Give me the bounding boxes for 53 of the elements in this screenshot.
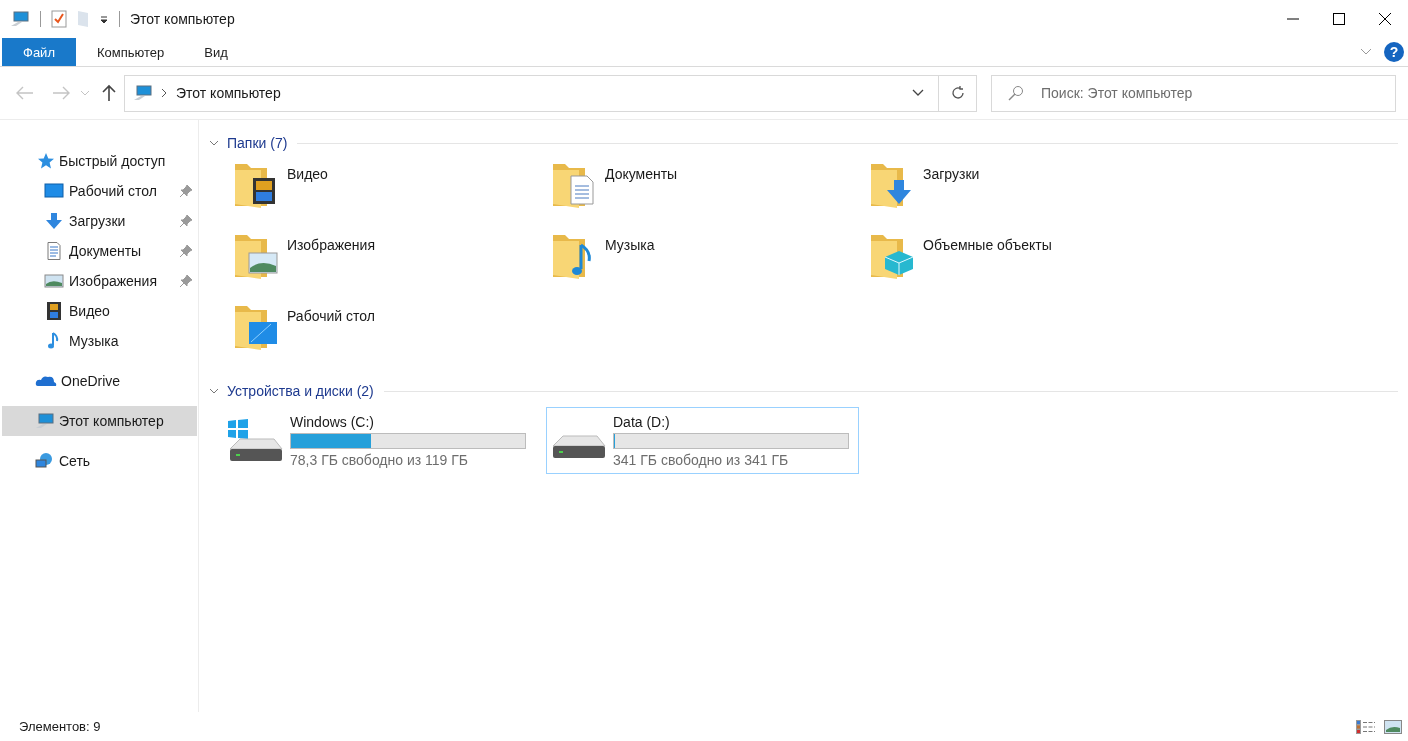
- chevron-down-icon[interactable]: [1360, 48, 1372, 56]
- sidebar-item[interactable]: Музыка: [2, 326, 197, 356]
- ribbon-tab[interactable]: Вид: [185, 38, 247, 66]
- checked-document-icon[interactable]: [51, 10, 67, 28]
- chevron-down-icon[interactable]: [209, 386, 219, 396]
- desktop-icon: [44, 182, 64, 200]
- folder-item[interactable]: Музыка: [549, 229, 867, 300]
- group-header[interactable]: Устройства и диски (2): [227, 383, 374, 399]
- drive-item[interactable]: Windows (C:) 78,3 ГБ свободно из 119 ГБ: [223, 407, 536, 474]
- up-arrow-icon[interactable]: [102, 84, 116, 102]
- sidebar-item[interactable]: Сеть: [2, 446, 197, 476]
- sidebar-item[interactable]: Видео: [2, 296, 197, 326]
- network-icon: [35, 452, 55, 470]
- computer-icon: [35, 412, 55, 430]
- chevron-down-icon[interactable]: [209, 138, 219, 148]
- document-icon: [44, 242, 64, 260]
- ribbon-tab[interactable]: Файл: [2, 38, 76, 66]
- details-view-icon[interactable]: [1356, 719, 1376, 734]
- group-header[interactable]: Папки (7): [227, 135, 288, 151]
- folder-item[interactable]: Видео: [231, 158, 549, 229]
- close-icon: [1379, 13, 1391, 25]
- sidebar-item[interactable]: Рабочий стол: [2, 176, 197, 206]
- large-icons-view-icon[interactable]: [1384, 719, 1402, 734]
- computer-icon[interactable]: [10, 10, 30, 28]
- sidebar-item[interactable]: Документы: [2, 236, 197, 266]
- download-arrow-icon: [44, 212, 64, 230]
- dropdown-caret-icon[interactable]: [912, 89, 924, 97]
- help-button[interactable]: ?: [1384, 42, 1404, 62]
- sidebar-item[interactable]: Быстрый доступ: [2, 146, 197, 176]
- ribbon-tab[interactable]: Компьютер: [77, 38, 184, 66]
- search-icon: [1008, 84, 1024, 101]
- sidebar-item[interactable]: OneDrive: [2, 366, 197, 396]
- drive-item[interactable]: Data (D:) 341 ГБ свободно из 341 ГБ: [546, 407, 859, 474]
- refresh-icon: [950, 86, 965, 100]
- computer-icon: [133, 84, 153, 102]
- address-bar[interactable]: Этот компьютер: [124, 74, 939, 112]
- folder-item[interactable]: Объемные объекты: [867, 229, 1185, 300]
- folder-item[interactable]: Изображения: [231, 229, 549, 300]
- item-count: Элементов: 9: [19, 719, 101, 734]
- maximize-icon: [1333, 13, 1345, 25]
- dropdown-caret-icon[interactable]: [99, 14, 109, 24]
- sidebar-item[interactable]: Загрузки: [2, 206, 197, 236]
- window-title: Этот компьютер: [130, 11, 235, 27]
- chevron-right-icon[interactable]: [161, 88, 167, 98]
- film-icon: [44, 302, 64, 320]
- folder-item[interactable]: Документы: [549, 158, 867, 229]
- folder-item[interactable]: Рабочий стол: [231, 300, 549, 371]
- sidebar-item[interactable]: Этот компьютер: [2, 406, 197, 436]
- folder-item[interactable]: Загрузки: [867, 158, 1185, 229]
- refresh-button[interactable]: [939, 74, 977, 112]
- sidebar-item[interactable]: Изображения: [2, 266, 197, 296]
- search-field[interactable]: Поиск: Этот компьютер: [991, 74, 1396, 112]
- picture-icon: [44, 272, 64, 290]
